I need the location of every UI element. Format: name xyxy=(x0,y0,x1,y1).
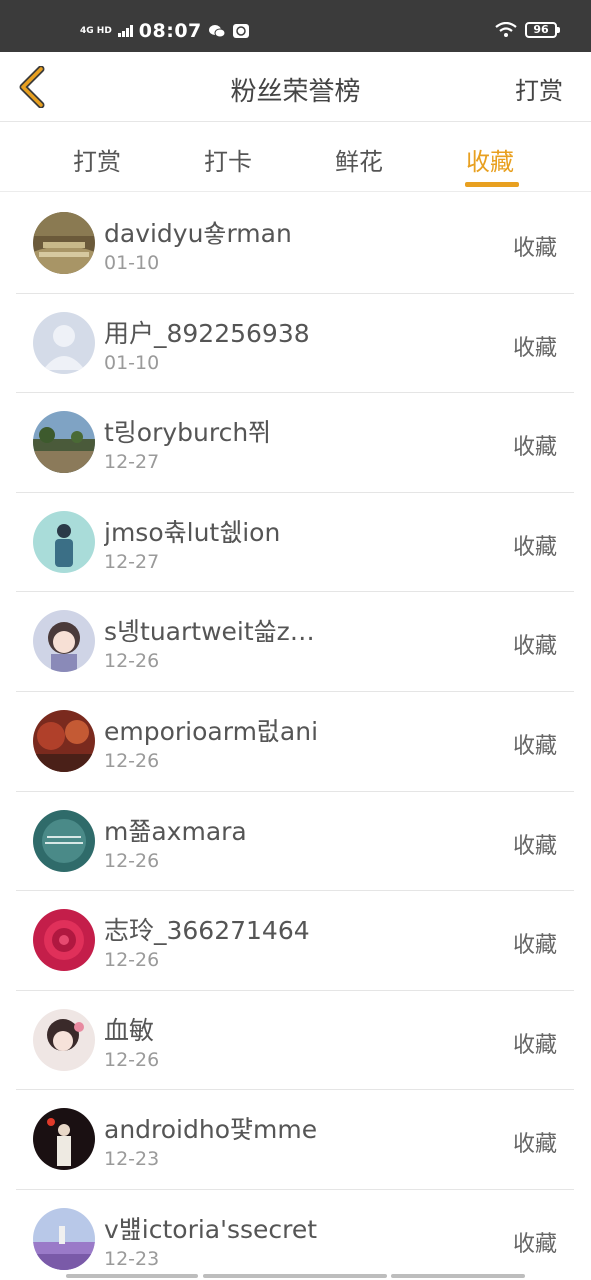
user-date: 12-23 xyxy=(104,1148,160,1171)
reward-button[interactable]: 打赏 xyxy=(515,71,563,106)
nav-bar: 粉丝荣誉榜 打赏 xyxy=(0,52,591,122)
signal-icon xyxy=(117,25,133,37)
list-item[interactable]: androidho퍛mme 12-23 收藏 xyxy=(16,1090,574,1190)
avatar xyxy=(33,212,95,274)
user-date: 12-26 xyxy=(104,1048,160,1071)
avatar xyxy=(33,909,95,972)
avatar xyxy=(33,311,95,374)
list-item[interactable]: s녱tuartweit쓻z… 12-26 收藏 xyxy=(16,592,574,692)
user-date: 12-27 xyxy=(104,550,160,573)
wechat-icon xyxy=(208,25,226,38)
list-item[interactable]: v뱶ictoria'ssecret 12-23 收藏 xyxy=(16,1190,574,1280)
list-item[interactable]: davidyu숗rman 01-10 收藏 xyxy=(16,194,574,294)
notification-app-icon xyxy=(232,24,249,38)
row-action-label: 收藏 xyxy=(512,534,557,560)
row-action-label: 收藏 xyxy=(512,634,557,660)
avatar xyxy=(33,510,95,573)
battery-icon: 96 xyxy=(525,22,560,38)
user-name: davidyu숗rman xyxy=(104,219,292,248)
gesture-bar xyxy=(203,1274,387,1278)
row-action-label: 收藏 xyxy=(512,335,557,361)
user-name: emporioarm럾ani xyxy=(104,716,319,746)
tab-flowers[interactable]: 鲜花 xyxy=(335,142,383,177)
user-name: 血敏 xyxy=(104,1015,155,1045)
row-action-label: 收藏 xyxy=(512,1132,557,1158)
avatar xyxy=(33,809,95,872)
avatar xyxy=(33,1108,95,1171)
row-action-label: 收藏 xyxy=(512,933,557,959)
wifi-icon xyxy=(495,22,517,37)
user-date: 12-23 xyxy=(104,1247,160,1270)
user-name: 志玲_366271464 xyxy=(104,916,310,946)
user-date: 01-10 xyxy=(104,351,160,374)
avatar xyxy=(33,1008,95,1071)
row-action-label: 收藏 xyxy=(512,833,557,859)
row-action-label: 收藏 xyxy=(512,733,557,759)
avatar xyxy=(33,610,95,673)
tab-favorites[interactable]: 收藏 xyxy=(466,142,514,177)
user-date: 12-26 xyxy=(104,749,160,772)
page-title: 粉丝荣誉榜 xyxy=(230,77,361,107)
gesture-bar xyxy=(391,1274,525,1278)
user-name: 用户_892256938 xyxy=(104,318,310,348)
user-name: m쬶axmara xyxy=(104,816,247,846)
list-item[interactable]: emporioarm럾ani 12-26 收藏 xyxy=(16,692,574,792)
tab-reward[interactable]: 打赏 xyxy=(73,142,121,177)
list-item[interactable]: 志玲_366271464 12-26 收藏 xyxy=(16,891,574,991)
status-bar: 4G HD 08:07 96 xyxy=(0,0,591,52)
active-tab-indicator xyxy=(465,182,519,187)
row-action-label: 收藏 xyxy=(512,435,557,461)
user-name: v뱶ictoria'ssecret xyxy=(104,1214,318,1244)
list-item[interactable]: m쬶axmara 12-26 收藏 xyxy=(16,792,574,892)
list-item[interactable]: t링oryburch쮜 12-27 收藏 xyxy=(16,393,574,493)
user-date: 12-26 xyxy=(104,849,160,872)
clock: 08:07 xyxy=(138,20,202,42)
gesture-bar xyxy=(66,1274,198,1278)
avatar xyxy=(33,1207,95,1270)
row-action-label: 收藏 xyxy=(512,236,557,261)
user-name: androidho퍛mme xyxy=(104,1115,318,1145)
list-item[interactable]: jmso츆lut쉢ion 12-27 收藏 xyxy=(16,493,574,593)
avatar xyxy=(33,411,95,474)
user-date: 12-26 xyxy=(104,949,160,972)
user-date: 12-27 xyxy=(104,451,160,474)
avatar xyxy=(33,709,95,772)
user-name: t링oryburch쮜 xyxy=(104,418,272,448)
row-action-label: 收藏 xyxy=(512,1231,557,1257)
row-action-label: 收藏 xyxy=(512,1032,557,1058)
network-label: 4G HD xyxy=(80,25,112,36)
tab-checkin[interactable]: 打卡 xyxy=(204,142,252,177)
user-name: jmso츆lut쉢ion xyxy=(104,517,281,547)
fan-list: davidyu숗rman 01-10 收藏 用户_892256938 01-10… xyxy=(16,194,574,1280)
list-item[interactable]: 用户_892256938 01-10 收藏 xyxy=(16,294,574,394)
user-date: 12-26 xyxy=(104,650,160,673)
list-item[interactable]: 血敏 12-26 收藏 xyxy=(16,991,574,1091)
user-name: s녱tuartweit쓻z… xyxy=(104,617,315,647)
user-date: 01-10 xyxy=(104,252,160,274)
